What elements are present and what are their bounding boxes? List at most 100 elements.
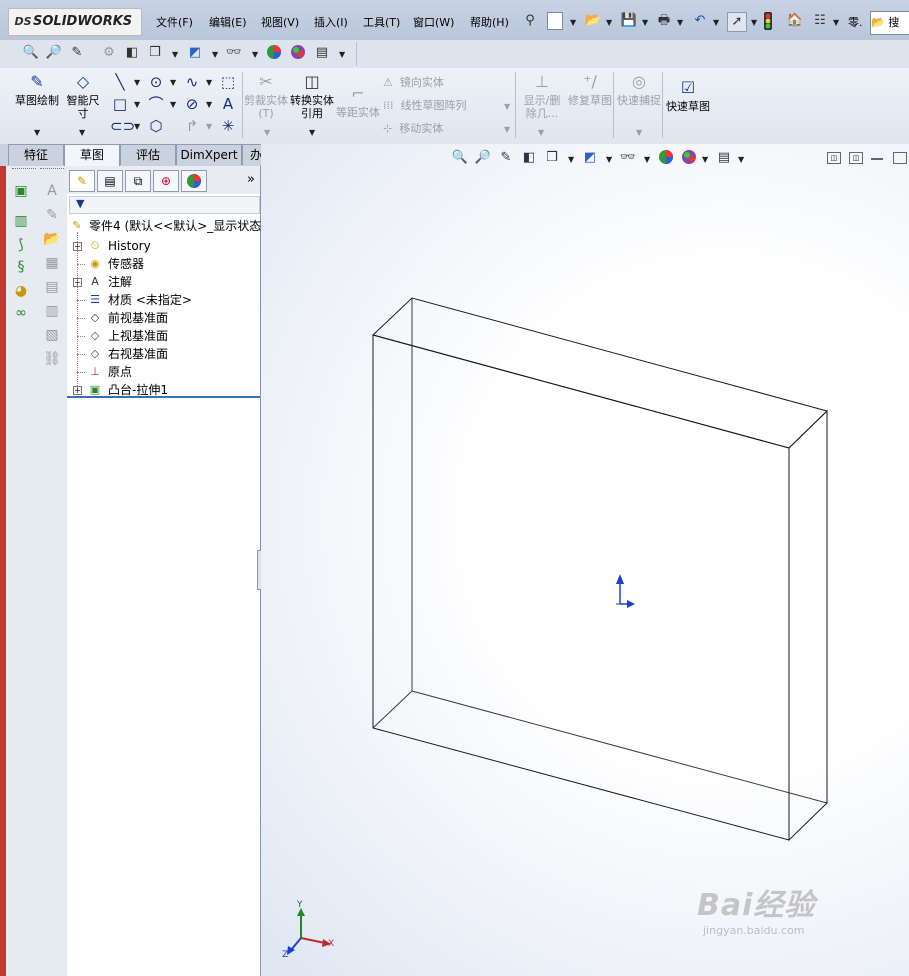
fillet-icon[interactable]: ↱ — [182, 116, 202, 136]
menu-edit[interactable]: 编辑(E) — [209, 14, 247, 30]
zoom-to-fit-icon[interactable]: 🔍 — [22, 44, 40, 62]
undo-dropdown-icon[interactable]: ▼ — [713, 18, 719, 27]
search-input[interactable]: 📂 搜 — [870, 11, 909, 35]
print-dropdown-icon[interactable]: ▼ — [677, 18, 683, 27]
helix-icon[interactable]: ∞ — [12, 304, 30, 322]
view-settings-icon[interactable]: ▤ — [313, 44, 331, 62]
print-icon[interactable]: 🖶 — [655, 12, 673, 30]
undo-icon[interactable]: ↶ — [691, 12, 709, 30]
slot-icon[interactable]: ⊂⊃ — [110, 116, 135, 136]
rectangle-dropdown-icon[interactable]: ▼ — [134, 100, 140, 109]
rectangle-icon[interactable]: □ — [110, 94, 130, 114]
menu-window[interactable]: 窗口(W) — [413, 14, 454, 30]
edit-disabled-icon[interactable]: ✎ — [43, 206, 61, 224]
arc-icon[interactable]: ⌒ — [146, 94, 166, 114]
wrap-icon[interactable]: ◕ — [12, 282, 30, 300]
quick-snaps-dropdown-icon[interactable]: ▼ — [636, 128, 642, 137]
property-manager-tab-icon[interactable]: ▤ — [97, 170, 123, 192]
display-style-icon[interactable]: ◩ — [186, 44, 204, 62]
open-dropdown-icon[interactable]: ▼ — [606, 18, 612, 27]
menu-view[interactable]: 视图(V) — [261, 14, 299, 30]
smart-dimension-button[interactable]: ◇ 智能尺寸 — [62, 72, 104, 120]
solidworks-logo[interactable]: DSSOLIDWORKS — [8, 8, 142, 36]
menu-file[interactable]: 文件(F) — [156, 14, 193, 30]
table-disabled-icon[interactable]: ▧ — [43, 326, 61, 344]
dynamic-annotation-icon[interactable]: ⚙ — [100, 44, 118, 62]
rapid-sketch-button[interactable]: ☑ 快速草图 — [666, 78, 710, 113]
note-disabled-icon[interactable]: ▤ — [43, 278, 61, 296]
sketch-dropdown-icon[interactable]: ▼ — [34, 128, 40, 137]
rebuild-traffic-light-icon[interactable] — [763, 12, 773, 30]
tab-dimxpert[interactable]: DimXpert — [176, 144, 242, 165]
box-wireframe[interactable] — [372, 297, 828, 842]
trim-dropdown-icon[interactable]: ▼ — [264, 128, 270, 137]
file-properties-icon[interactable]: 🏠 — [786, 12, 804, 30]
arc-dropdown-icon[interactable]: ▼ — [170, 100, 176, 109]
options-icon[interactable]: ☷ — [811, 12, 829, 30]
display-delete-relations-button[interactable]: ⊥ 显示/删除几... — [519, 72, 565, 120]
menu-tools[interactable]: 工具(T) — [363, 14, 400, 30]
configuration-manager-tab-icon[interactable]: ⧉ — [125, 170, 151, 192]
hide-show-dropdown-icon[interactable]: ▼ — [252, 50, 258, 59]
loft-icon[interactable]: § — [12, 258, 30, 276]
new-dropdown-icon[interactable]: ▼ — [570, 18, 576, 27]
linear-pattern-dropdown-icon[interactable]: ▼ — [504, 102, 510, 111]
apply-scene-icon[interactable] — [289, 44, 307, 62]
line-dropdown-icon[interactable]: ▼ — [134, 78, 140, 87]
block-disabled-icon[interactable]: ▦ — [43, 254, 61, 272]
relations-dropdown-icon[interactable]: ▼ — [538, 128, 544, 137]
ellipse-dropdown-icon[interactable]: ▼ — [206, 100, 212, 109]
fillet-dropdown-icon[interactable]: ▼ — [206, 122, 212, 131]
sweep-icon[interactable]: ⟆ — [12, 236, 30, 254]
menu-insert[interactable]: 插入(I) — [314, 14, 348, 30]
point-icon[interactable]: ✳ — [218, 116, 238, 136]
save-icon[interactable]: 💾 — [620, 12, 638, 30]
sketch-button[interactable]: ✎ 草图绘制 — [14, 72, 60, 107]
offset-entities-button[interactable]: ⌐ 等距实体 — [336, 84, 380, 119]
annotation-disabled-icon[interactable]: A — [43, 182, 61, 200]
slot-dropdown-icon[interactable]: ▼ — [134, 122, 140, 131]
view-orientation-icon[interactable]: ❒ — [146, 44, 164, 62]
options-dropdown-icon[interactable]: ▼ — [833, 18, 839, 27]
spline-dropdown-icon[interactable]: ▼ — [206, 78, 212, 87]
move-dropdown-icon[interactable]: ▼ — [504, 125, 510, 134]
feature-icon[interactable]: ▣ — [12, 182, 30, 200]
convert-entities-button[interactable]: ◫ 转换实体引用 — [290, 72, 334, 120]
move-entities-button[interactable]: ⊹ 移动实体 — [383, 120, 443, 136]
open-folder-icon[interactable]: 📂 — [584, 12, 602, 30]
extrude-icon[interactable]: ▥ — [12, 212, 30, 230]
circle-dropdown-icon[interactable]: ▼ — [170, 78, 176, 87]
graphics-area[interactable]: 🔍 🔎 ✎ ◧ ❒ ▼ ◩ ▼ 👓 ▼ ▼ ▤ ▼ ◫ ◫ Y X Z — [261, 144, 909, 976]
orientation-dropdown-icon[interactable]: ▼ — [172, 50, 178, 59]
circle-icon[interactable]: ⊙ — [146, 72, 166, 92]
tab-features[interactable]: 特征 — [8, 144, 64, 165]
expand-panel-icon[interactable]: » — [247, 172, 255, 187]
tab-sketch[interactable]: 草图 — [64, 144, 120, 166]
construction-geometry-icon[interactable]: ⬚ — [218, 72, 238, 92]
view-settings-dropdown-icon[interactable]: ▼ — [339, 50, 345, 59]
polygon-icon[interactable]: ⬡ — [146, 116, 166, 136]
convert-dropdown-icon[interactable]: ▼ — [309, 128, 315, 137]
edit-appearance-icon[interactable] — [265, 44, 283, 62]
save-dropdown-icon[interactable]: ▼ — [642, 18, 648, 27]
feature-manager-tab-icon[interactable]: ✎ — [69, 170, 95, 192]
trim-button[interactable]: ✂ 剪裁实体(T) — [244, 72, 288, 120]
new-document-icon[interactable] — [547, 12, 563, 30]
print-disabled-icon[interactable]: ▥ — [43, 302, 61, 320]
smart-dimension-dropdown-icon[interactable]: ▼ — [79, 128, 85, 137]
quick-snaps-button[interactable]: ◎ 快速捕捉 — [617, 72, 661, 107]
previous-view-icon[interactable]: ✎ — [68, 44, 86, 62]
dimxpert-manager-tab-icon[interactable]: ⊕ — [153, 170, 179, 192]
origin-icon[interactable] — [616, 574, 635, 608]
hide-show-icon[interactable]: 👓 — [225, 44, 243, 62]
pin-icon[interactable]: ⚲ — [521, 12, 539, 30]
display-manager-tab-icon[interactable] — [181, 170, 207, 192]
folder-open-icon[interactable]: 📂 — [43, 230, 61, 248]
section-view-icon[interactable]: ◧ — [123, 44, 141, 62]
linear-pattern-button[interactable]: ⁞⁞⁞ 线性草图阵列 — [383, 97, 467, 113]
tree-filter[interactable]: ▼ — [69, 196, 260, 214]
text-icon[interactable]: A — [218, 94, 238, 114]
repair-sketch-button[interactable]: ⁺∕ 修复草图 — [568, 72, 612, 107]
spline-icon[interactable]: ∿ — [182, 72, 202, 92]
zoom-to-area-icon[interactable]: 🔎 — [45, 44, 63, 62]
